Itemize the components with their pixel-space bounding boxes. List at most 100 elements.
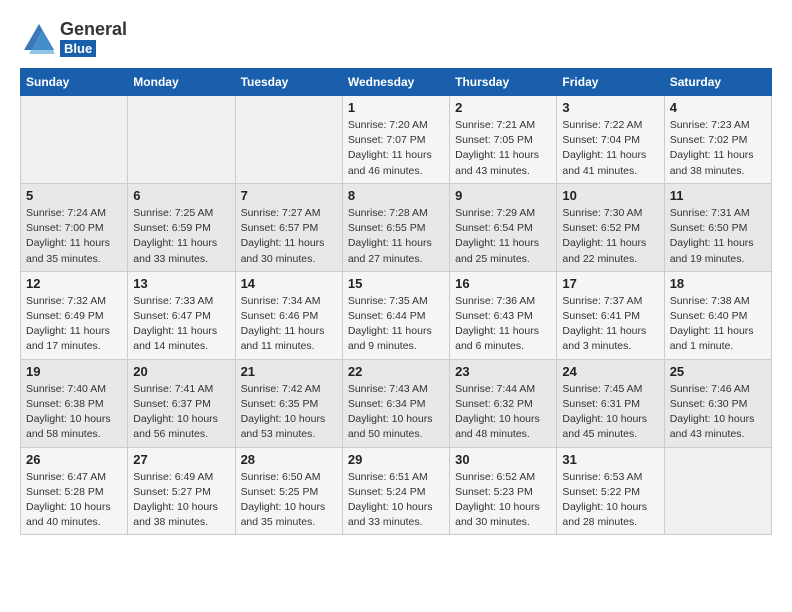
calendar-cell: 15 Sunrise: 7:35 AM Sunset: 6:44 PM Dayli… [342,271,449,359]
day-info: Sunrise: 7:24 AM Sunset: 7:00 PM Dayligh… [26,206,122,267]
calendar-week-5: 26 Sunrise: 6:47 AM Sunset: 5:28 PM Dayli… [21,447,772,535]
header-sunday: Sunday [21,69,128,96]
page-header: General Blue [20,20,772,58]
calendar-cell: 26 Sunrise: 6:47 AM Sunset: 5:28 PM Dayli… [21,447,128,535]
calendar-cell: 19 Sunrise: 7:40 AM Sunset: 6:38 PM Dayli… [21,359,128,447]
calendar-cell: 4 Sunrise: 7:23 AM Sunset: 7:02 PM Daylig… [664,96,771,184]
calendar-cell: 18 Sunrise: 7:38 AM Sunset: 6:40 PM Dayli… [664,271,771,359]
day-info: Sunrise: 7:44 AM Sunset: 6:32 PM Dayligh… [455,382,551,443]
day-number: 12 [26,276,122,291]
day-number: 4 [670,100,766,115]
calendar-cell: 25 Sunrise: 7:46 AM Sunset: 6:30 PM Dayli… [664,359,771,447]
day-number: 10 [562,188,658,203]
calendar-week-4: 19 Sunrise: 7:40 AM Sunset: 6:38 PM Dayli… [21,359,772,447]
day-info: Sunrise: 6:52 AM Sunset: 5:23 PM Dayligh… [455,470,551,531]
calendar-cell: 20 Sunrise: 7:41 AM Sunset: 6:37 PM Dayli… [128,359,235,447]
day-number: 24 [562,364,658,379]
header-wednesday: Wednesday [342,69,449,96]
day-number: 6 [133,188,229,203]
day-info: Sunrise: 7:27 AM Sunset: 6:57 PM Dayligh… [241,206,337,267]
calendar-cell: 11 Sunrise: 7:31 AM Sunset: 6:50 PM Dayli… [664,183,771,271]
day-number: 23 [455,364,551,379]
day-info: Sunrise: 6:47 AM Sunset: 5:28 PM Dayligh… [26,470,122,531]
calendar-cell: 6Sunrise: 7:25 AM Sunset: 6:59 PM Daylig… [128,183,235,271]
day-number: 17 [562,276,658,291]
day-number: 31 [562,452,658,467]
day-number: 9 [455,188,551,203]
calendar-cell: 1 Sunrise: 7:20 AM Sunset: 7:07 PM Daylig… [342,96,449,184]
calendar-cell: 27 Sunrise: 6:49 AM Sunset: 5:27 PM Dayli… [128,447,235,535]
calendar-cell [21,96,128,184]
day-number: 29 [348,452,444,467]
calendar-week-2: 5 Sunrise: 7:24 AM Sunset: 7:00 PM Daylig… [21,183,772,271]
day-info: Sunrise: 7:46 AM Sunset: 6:30 PM Dayligh… [670,382,766,443]
day-number: 5 [26,188,122,203]
header-monday: Monday [128,69,235,96]
calendar-cell: 16Sunrise: 7:36 AM Sunset: 6:43 PM Dayli… [450,271,557,359]
day-number: 28 [241,452,337,467]
day-info: Sunrise: 6:50 AM Sunset: 5:25 PM Dayligh… [241,470,337,531]
day-info: Sunrise: 7:28 AM Sunset: 6:55 PM Dayligh… [348,206,444,267]
day-number: 25 [670,364,766,379]
day-info: Sunrise: 7:32 AM Sunset: 6:49 PM Dayligh… [26,294,122,355]
day-info: Sunrise: 7:45 AM Sunset: 6:31 PM Dayligh… [562,382,658,443]
day-info: Sunrise: 7:37 AM Sunset: 6:41 PM Dayligh… [562,294,658,355]
calendar-cell: 12 Sunrise: 7:32 AM Sunset: 6:49 PM Dayli… [21,271,128,359]
day-info: Sunrise: 7:41 AM Sunset: 6:37 PM Dayligh… [133,382,229,443]
day-info: Sunrise: 7:42 AM Sunset: 6:35 PM Dayligh… [241,382,337,443]
day-info: Sunrise: 7:40 AM Sunset: 6:38 PM Dayligh… [26,382,122,443]
day-number: 18 [670,276,766,291]
calendar-cell: 21 Sunrise: 7:42 AM Sunset: 6:35 PM Dayli… [235,359,342,447]
header-friday: Friday [557,69,664,96]
day-number: 19 [26,364,122,379]
day-number: 1 [348,100,444,115]
day-number: 21 [241,364,337,379]
day-number: 20 [133,364,229,379]
day-info: Sunrise: 7:43 AM Sunset: 6:34 PM Dayligh… [348,382,444,443]
day-number: 11 [670,188,766,203]
calendar-cell: 5 Sunrise: 7:24 AM Sunset: 7:00 PM Daylig… [21,183,128,271]
calendar-cell: 28 Sunrise: 6:50 AM Sunset: 5:25 PM Dayli… [235,447,342,535]
calendar-cell: 7 Sunrise: 7:27 AM Sunset: 6:57 PM Daylig… [235,183,342,271]
day-info: Sunrise: 6:51 AM Sunset: 5:24 PM Dayligh… [348,470,444,531]
day-info: Sunrise: 6:53 AM Sunset: 5:22 PM Dayligh… [562,470,658,531]
logo-blue: Blue [60,40,96,57]
calendar-cell: 10Sunrise: 7:30 AM Sunset: 6:52 PM Dayli… [557,183,664,271]
calendar-cell: 3Sunrise: 7:22 AM Sunset: 7:04 PM Daylig… [557,96,664,184]
day-info: Sunrise: 7:38 AM Sunset: 6:40 PM Dayligh… [670,294,766,355]
logo: General Blue [20,20,127,58]
logo-general: General [60,20,127,40]
day-number: 15 [348,276,444,291]
day-number: 27 [133,452,229,467]
calendar-cell: 2 Sunrise: 7:21 AM Sunset: 7:05 PM Daylig… [450,96,557,184]
day-info: Sunrise: 7:20 AM Sunset: 7:07 PM Dayligh… [348,118,444,179]
header-thursday: Thursday [450,69,557,96]
header-tuesday: Tuesday [235,69,342,96]
day-info: Sunrise: 7:22 AM Sunset: 7:04 PM Dayligh… [562,118,658,179]
calendar-table: SundayMondayTuesdayWednesdayThursdayFrid… [20,68,772,535]
calendar-week-3: 12 Sunrise: 7:32 AM Sunset: 6:49 PM Dayli… [21,271,772,359]
day-number: 7 [241,188,337,203]
calendar-cell: 14 Sunrise: 7:34 AM Sunset: 6:46 PM Dayli… [235,271,342,359]
day-info: Sunrise: 6:49 AM Sunset: 5:27 PM Dayligh… [133,470,229,531]
day-number: 22 [348,364,444,379]
day-info: Sunrise: 7:31 AM Sunset: 6:50 PM Dayligh… [670,206,766,267]
day-info: Sunrise: 7:35 AM Sunset: 6:44 PM Dayligh… [348,294,444,355]
calendar-cell [664,447,771,535]
day-info: Sunrise: 7:23 AM Sunset: 7:02 PM Dayligh… [670,118,766,179]
header-saturday: Saturday [664,69,771,96]
calendar-week-1: 1 Sunrise: 7:20 AM Sunset: 7:07 PM Daylig… [21,96,772,184]
calendar-cell: 23 Sunrise: 7:44 AM Sunset: 6:32 PM Dayli… [450,359,557,447]
day-info: Sunrise: 7:36 AM Sunset: 6:43 PM Dayligh… [455,294,551,355]
day-info: Sunrise: 7:33 AM Sunset: 6:47 PM Dayligh… [133,294,229,355]
calendar-header-row: SundayMondayTuesdayWednesdayThursdayFrid… [21,69,772,96]
calendar-cell: 31 Sunrise: 6:53 AM Sunset: 5:22 PM Dayli… [557,447,664,535]
calendar-cell: 17 Sunrise: 7:37 AM Sunset: 6:41 PM Dayli… [557,271,664,359]
day-number: 14 [241,276,337,291]
day-number: 2 [455,100,551,115]
day-info: Sunrise: 7:21 AM Sunset: 7:05 PM Dayligh… [455,118,551,179]
day-info: Sunrise: 7:34 AM Sunset: 6:46 PM Dayligh… [241,294,337,355]
calendar-cell [128,96,235,184]
day-number: 26 [26,452,122,467]
calendar-cell: 8Sunrise: 7:28 AM Sunset: 6:55 PM Daylig… [342,183,449,271]
